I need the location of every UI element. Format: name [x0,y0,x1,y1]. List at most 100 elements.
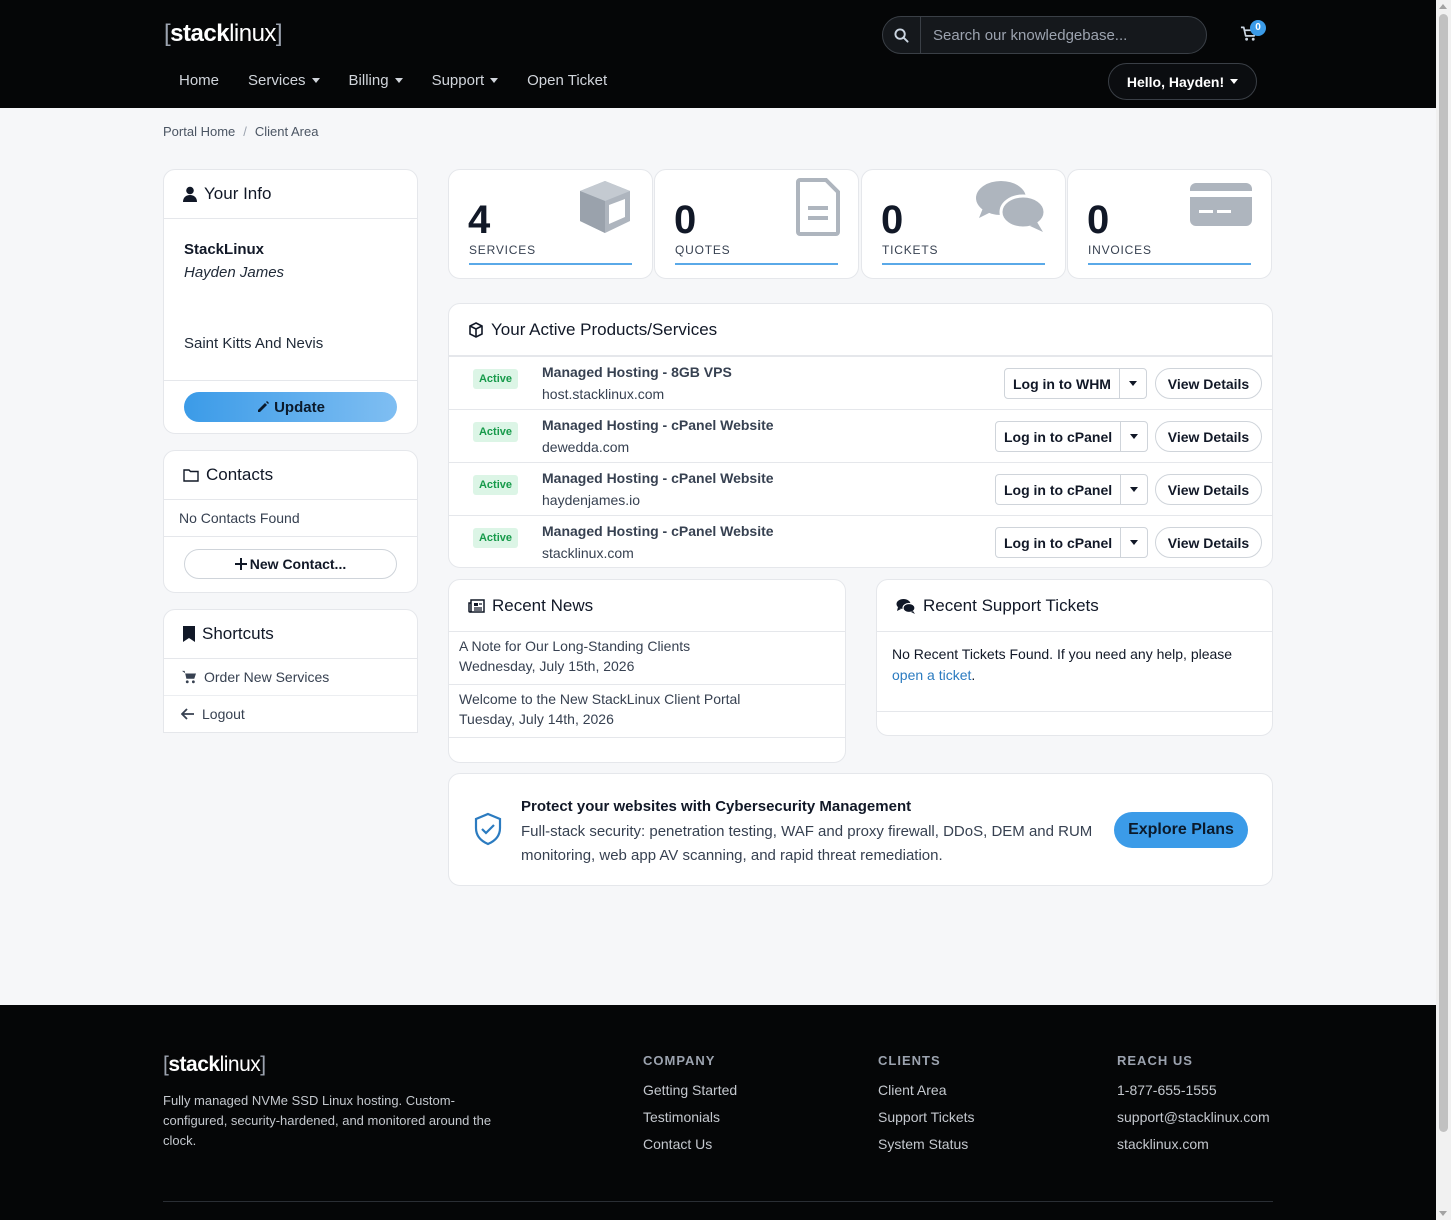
product-name[interactable]: Managed Hosting - cPanel Website [542,470,774,486]
explore-plans-button[interactable]: Explore Plans [1114,812,1248,848]
page-scrollbar[interactable] [1436,0,1451,1220]
footer-link[interactable]: Getting Started [643,1082,737,1099]
your-info-footer: Update [164,380,417,433]
view-details-button[interactable]: View Details [1155,421,1262,452]
no-tickets-text: No Recent Tickets Found. If you need any… [892,646,1233,662]
user-menu-button[interactable]: Hello, Hayden! [1108,63,1257,100]
nav-home[interactable]: Home [179,72,219,89]
shortcut-logout[interactable]: Logout [164,696,417,732]
contacts-header: Contacts [164,451,417,500]
stat-label: TICKETS [882,243,939,257]
view-details-button[interactable]: View Details [1155,368,1262,399]
login-button[interactable]: Log in to cPanel [996,422,1122,451]
footer-column-reach-us: REACH US 1-877-655-1555 support@stacklin… [1117,1053,1270,1163]
footer-website-link[interactable]: stacklinux.com [1117,1136,1270,1153]
product-row: Active Managed Hosting - 8GB VPS host.st… [449,356,1272,409]
search-icon[interactable] [883,17,921,53]
login-button-group: Log in to cPanel [995,474,1149,505]
login-button[interactable]: Log in to cPanel [996,475,1122,504]
scrollbar-thumb[interactable] [1439,14,1448,1132]
login-dropdown-toggle[interactable] [1121,422,1147,451]
footer-link[interactable]: Client Area [878,1082,975,1099]
product-name[interactable]: Managed Hosting - cPanel Website [542,417,774,433]
login-dropdown-toggle[interactable] [1121,528,1147,557]
update-button[interactable]: Update [184,392,397,422]
footer-link[interactable]: Testimonials [643,1109,737,1126]
user-menu-label: Hello, Hayden! [1126,73,1225,90]
newspaper-icon [468,598,485,613]
scroll-down-arrow-icon[interactable] [1439,1211,1447,1216]
footer-email-link[interactable]: support@stacklinux.com [1117,1109,1270,1126]
product-row: Active Managed Hosting - cPanel Website … [449,462,1272,515]
top-header: [stacklinux] 0 Home Services Billing Sup… [0,0,1451,108]
view-details-button[interactable]: View Details [1155,527,1262,558]
login-button-group: Log in to cPanel [995,527,1149,558]
new-contact-label: New Contact... [249,556,347,572]
logo-text-light: linux [229,20,276,47]
nav-support-label: Support [431,72,485,89]
logo-bracket-close: ] [260,1053,266,1076]
stat-tickets[interactable]: 0 TICKETS [861,169,1066,279]
stat-label: SERVICES [469,243,536,257]
footer-link[interactable]: Contact Us [643,1136,737,1153]
shield-check-icon [473,812,503,850]
nav-open-ticket[interactable]: Open Ticket [527,72,607,89]
company-name: StackLinux [184,241,265,258]
stat-invoices[interactable]: 0 INVOICES [1067,169,1272,279]
scroll-up-arrow-icon[interactable] [1439,4,1447,9]
new-contact-button[interactable]: New Contact... [184,549,397,579]
promo-title: Protect your websites with Cybersecurity… [521,798,912,815]
your-info-card: Your Info StackLinux Hayden James Saint … [163,169,418,434]
contacts-title: Contacts [206,465,274,484]
stat-count: 0 [881,198,904,242]
nav-home-label: Home [179,72,220,89]
login-button[interactable]: Log in to cPanel [996,528,1122,557]
news-item-title: Welcome to the New StackLinux Client Por… [459,691,741,707]
nav-support[interactable]: Support [432,72,499,89]
stat-quotes[interactable]: 0 QUOTES [654,169,859,279]
your-info-title: Your Info [204,184,272,203]
news-item[interactable]: A Note for Our Long-Standing Clients Wed… [449,632,845,685]
open-ticket-link[interactable]: open a ticket [892,667,971,683]
shortcuts-card: Shortcuts Order New Services Logout [163,609,418,733]
cart-count-badge[interactable]: 0 [1250,20,1266,36]
footer-link[interactable]: Support Tickets [878,1109,975,1126]
footer-logo[interactable]: [stacklinux] [163,1053,266,1077]
news-item[interactable]: Welcome to the New StackLinux Client Por… [449,685,845,738]
stat-services[interactable]: 4 SERVICES [448,169,653,279]
view-details-button[interactable]: View Details [1155,474,1262,505]
your-info-body: StackLinux Hayden James Saint Kitts And … [164,219,417,374]
nav-billing[interactable]: Billing [349,72,403,89]
login-dropdown-toggle[interactable] [1121,475,1147,504]
news-item-date: Tuesday, July 14th, 2026 [459,711,614,727]
login-button[interactable]: Log in to WHM [1005,369,1120,398]
status-badge: Active [473,475,518,495]
stat-count: 4 [468,198,491,242]
footer-link[interactable]: System Status [878,1136,975,1153]
shortcuts-header: Shortcuts [164,610,417,659]
caret-down-icon [1128,381,1137,386]
news-item-date: Wednesday, July 15th, 2026 [459,658,635,674]
client-name: Hayden James [184,264,285,281]
main-nav: Home Services Billing Support Open Ticke… [179,72,636,89]
footer-column-clients: CLIENTS Client Area Support Tickets Syst… [878,1053,975,1163]
product-name[interactable]: Managed Hosting - cPanel Website [542,523,774,539]
product-name[interactable]: Managed Hosting - 8GB VPS [542,364,732,380]
footer-description: Fully managed NVMe SSD Linux hosting. Cu… [163,1093,492,1148]
comments-icon [896,598,916,614]
stat-underline [1088,263,1251,265]
stat-label: INVOICES [1088,243,1152,257]
client-country: Saint Kitts And Nevis [184,335,324,352]
bookmark-icon [183,626,195,642]
login-button-group: Log in to WHM [1004,368,1147,399]
search-input[interactable] [921,26,1191,44]
nav-services[interactable]: Services [248,72,320,89]
nav-open-ticket-label: Open Ticket [527,72,608,89]
login-dropdown-toggle[interactable] [1120,369,1146,398]
product-domain: haydenjames.io [542,492,641,508]
breadcrumb-home[interactable]: Portal Home [163,124,235,139]
brand-logo[interactable]: [stacklinux] [164,20,283,48]
shortcut-label: Logout [202,706,245,722]
shortcut-order-new-services[interactable]: Order New Services [164,659,417,696]
footer-phone-link[interactable]: 1-877-655-1555 [1117,1082,1270,1099]
